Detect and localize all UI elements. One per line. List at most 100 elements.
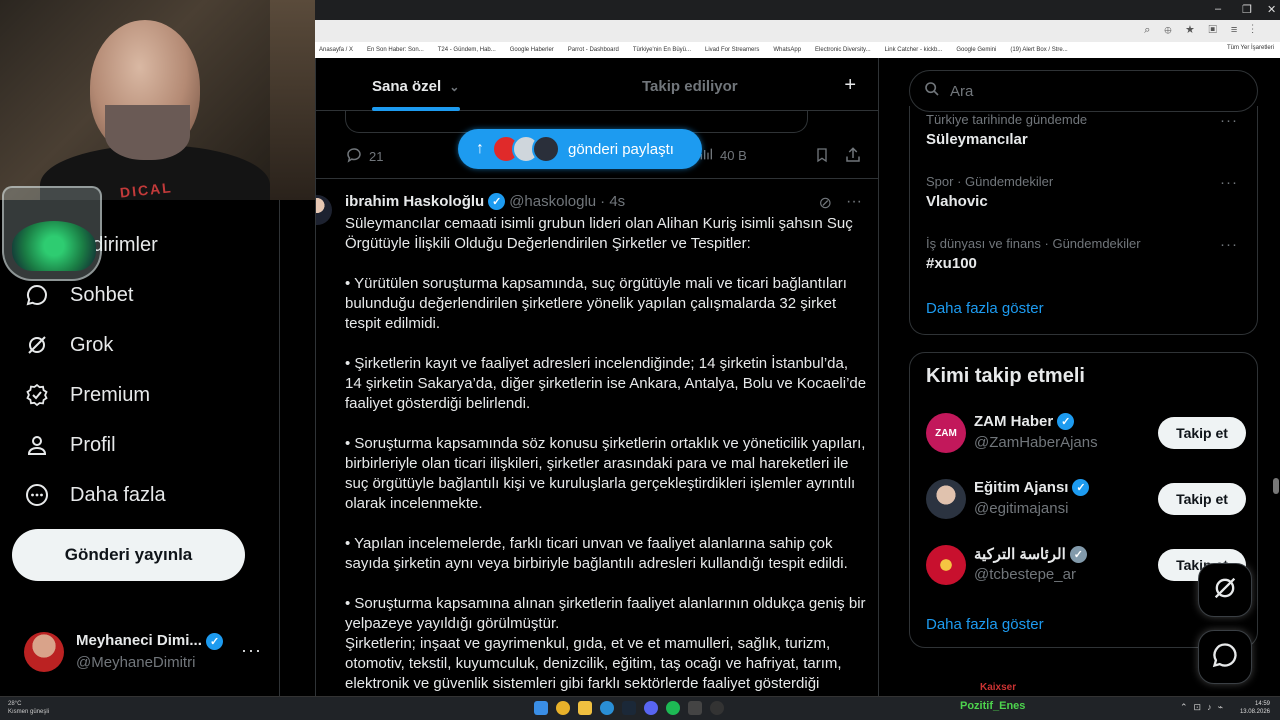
- more-circle-icon: [24, 482, 50, 508]
- tweet-author-name[interactable]: ibrahim Haskoloğlu: [345, 193, 484, 210]
- suggestion-handle: @ZamHaberAjans: [974, 434, 1098, 451]
- more-icon[interactable]: ···: [1220, 174, 1238, 191]
- follow-button[interactable]: Takip et: [1158, 417, 1246, 449]
- tweet-author-handle[interactable]: @haskologlu: [509, 193, 596, 210]
- more-icon[interactable]: ···: [846, 193, 862, 213]
- suggestion-handle: @tcbestepe_ar: [974, 566, 1076, 583]
- bookmark-item[interactable]: Google Haberler: [510, 47, 554, 53]
- screen: – ❐ ✕ ⌕⊕★▣≡⋮ Anasayfa / X En Son Haber: …: [0, 0, 1280, 720]
- more-icon[interactable]: ···: [241, 640, 262, 661]
- nav-item-grok[interactable]: Grok: [24, 332, 113, 358]
- avatar[interactable]: [316, 195, 332, 225]
- avatar: [532, 135, 560, 163]
- edge-icon[interactable]: [600, 701, 614, 715]
- spotify-icon[interactable]: [666, 701, 680, 715]
- verified-icon: ✓: [1072, 479, 1090, 496]
- post-button[interactable]: Gönderi yayınla: [12, 529, 245, 581]
- system-tray[interactable]: ⌃⊡♪⌁: [1180, 702, 1229, 713]
- trend-item[interactable]: Spor · Gündemdekiler Vlahovic ···: [926, 174, 1246, 210]
- obs-icon[interactable]: [710, 701, 724, 715]
- follow-suggestion[interactable]: ZAM ZAM Haber ✓ @ZamHaberAjans Takip et: [926, 411, 1246, 455]
- minimize-button[interactable]: –: [1215, 3, 1221, 15]
- nav-label: Sohbet: [70, 283, 134, 306]
- trends-panel: Türkiye tarihinde gündemde Süleymancılar…: [909, 106, 1258, 335]
- avatar: [24, 632, 64, 672]
- nav-item-premium[interactable]: Premium: [24, 382, 150, 408]
- address-bar[interactable]: ⌕⊕★▣≡⋮: [315, 20, 1280, 42]
- tab-for-you[interactable]: Sana özel ⌄: [372, 78, 460, 111]
- bookmark-item[interactable]: (19) Alert Box / Stre...: [1010, 47, 1067, 53]
- reply-button[interactable]: 21: [345, 146, 383, 167]
- views-count: 40 B: [720, 148, 747, 163]
- bookmark-item[interactable]: En Son Haber: Son...: [367, 47, 424, 53]
- clock[interactable]: 14:59 13.08.2026: [1240, 700, 1270, 716]
- who-to-follow-title: Kimi takip etmeli: [926, 365, 1085, 387]
- divider: [316, 178, 878, 179]
- more-icon[interactable]: ···: [1220, 236, 1238, 253]
- bookmark-item[interactable]: Livad For Streamers: [705, 47, 759, 53]
- follow-button[interactable]: Takip et: [1158, 483, 1246, 515]
- account-name: Meyhaneci Dimi... ✓: [76, 632, 224, 650]
- bookmark-button[interactable]: [814, 146, 830, 167]
- tab-following[interactable]: Takip ediliyor: [642, 78, 738, 95]
- trend-name: #xu100: [926, 255, 977, 272]
- bookmark-icon: [814, 146, 830, 167]
- grok-icon[interactable]: ⊘: [819, 193, 832, 213]
- weather-temp: 28°C: [8, 701, 22, 707]
- search-input[interactable]: Ara: [909, 70, 1258, 112]
- add-list-button[interactable]: +: [844, 74, 856, 97]
- message-icon: [1211, 641, 1239, 674]
- chrome-icon[interactable]: [556, 701, 570, 715]
- bookmark-item[interactable]: T24 - Gündem, Hab...: [438, 47, 496, 53]
- browser-titlebar: – ❐ ✕: [315, 0, 1280, 20]
- trend-item[interactable]: İş dünyası ve finans · Gündemdekiler #xu…: [926, 236, 1246, 272]
- all-bookmarks[interactable]: Tüm Yer İşaretleri: [1227, 45, 1274, 51]
- follow-suggestion[interactable]: Eğitim Ajansı ✓ @egitimajansi Takip et: [926, 477, 1246, 521]
- discord-icon[interactable]: [644, 701, 658, 715]
- clock-time: 14:59: [1254, 701, 1270, 707]
- steam-icon[interactable]: [622, 701, 636, 715]
- weather-desc: Kısmen güneşli: [8, 709, 50, 715]
- nav-item-chat[interactable]: Sohbet: [24, 282, 133, 308]
- bookmark-item[interactable]: Türkiye'nin En Büyü...: [633, 47, 691, 53]
- weather-widget[interactable]: 28°C Kısmen güneşli: [8, 700, 49, 716]
- grok-icon: [24, 332, 50, 358]
- bookmark-item[interactable]: Google Gemini: [956, 47, 996, 53]
- nav-item-profile[interactable]: Profil: [24, 432, 116, 458]
- bookmark-item[interactable]: Parrot - Dashboard: [568, 47, 619, 53]
- trend-category: İş dünyası ve finans · Gündemdekiler: [926, 236, 1141, 251]
- app-icon[interactable]: [688, 701, 702, 715]
- bookmark-item[interactable]: WhatsApp: [773, 47, 801, 53]
- bookmark-item[interactable]: Link Catcher - kickb...: [885, 47, 943, 53]
- trend-name: Süleymancılar: [926, 131, 1028, 148]
- candy-bowl: [2, 186, 102, 281]
- show-more-suggestions-link[interactable]: Daha fazla göster: [926, 616, 1044, 633]
- close-window-button[interactable]: ✕: [1267, 3, 1276, 16]
- account-switcher[interactable]: Meyhaneci Dimi... ✓ @MeyhaneDimitri ···: [24, 630, 274, 678]
- scrollbar-thumb[interactable]: [1273, 478, 1279, 494]
- nav-item-more[interactable]: Daha fazla: [24, 482, 166, 508]
- more-icon[interactable]: ···: [1220, 112, 1238, 129]
- show-more-trends-link[interactable]: Daha fazla göster: [926, 300, 1044, 317]
- taskbar-apps: [534, 701, 724, 715]
- arrow-up-icon: ↑: [476, 140, 484, 157]
- start-icon[interactable]: [534, 701, 548, 715]
- verified-icon: ✓: [206, 633, 224, 650]
- views-button[interactable]: 40 B: [698, 146, 747, 165]
- new-posts-pill[interactable]: ↑ gönderi paylaştı: [458, 129, 702, 169]
- tweet-time[interactable]: · 4s: [600, 193, 625, 210]
- bookmark-item[interactable]: Electronic Diversity...: [815, 47, 871, 53]
- search-icon: [924, 81, 940, 101]
- messages-float-button[interactable]: [1198, 630, 1252, 684]
- maximize-button[interactable]: ❐: [1242, 3, 1252, 16]
- streamer-beard: [105, 105, 190, 160]
- avatar: [926, 545, 966, 585]
- grok-float-button[interactable]: [1198, 563, 1252, 617]
- scrollbar[interactable]: [1272, 58, 1280, 696]
- explorer-icon[interactable]: [578, 701, 592, 715]
- toolbar-icons[interactable]: ⌕⊕★▣≡⋮: [1144, 24, 1268, 37]
- suggestion-name: ZAM Haber ✓: [974, 413, 1075, 430]
- bookmark-item[interactable]: Anasayfa / X: [319, 47, 353, 53]
- share-button[interactable]: [844, 146, 862, 167]
- trend-item[interactable]: Türkiye tarihinde gündemde Süleymancılar…: [926, 112, 1246, 148]
